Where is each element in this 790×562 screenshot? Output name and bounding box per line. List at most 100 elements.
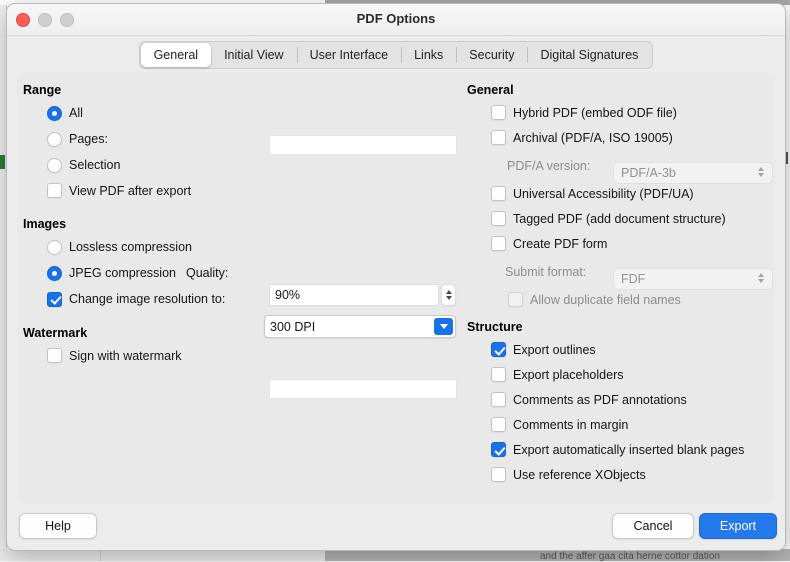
checkbox-create-pdf-form[interactable] (491, 236, 506, 251)
checkbox-use-reference-xobjects[interactable] (491, 467, 506, 482)
tab-user-interface[interactable]: User Interface (297, 43, 402, 67)
allow-duplicate-field-names-label: Allow duplicate field names (530, 293, 681, 307)
checkbox-export-outlines[interactable] (491, 342, 506, 357)
export-outlines-label: Export outlines (513, 343, 596, 357)
use-reference-xobjects-label: Use reference XObjects (513, 468, 646, 482)
radio-lossless-compression[interactable] (47, 240, 62, 255)
jpeg-quality-input[interactable]: 90% (269, 284, 439, 306)
cancel-button[interactable]: Cancel (612, 513, 694, 539)
jpeg-quality-label: Quality: (186, 266, 228, 280)
change-image-resolution-label: Change image resolution to: (69, 292, 225, 306)
tab-links[interactable]: Links (401, 43, 456, 67)
hybrid-pdf-row[interactable]: Hybrid PDF (embed ODF file) (467, 100, 783, 125)
lossless-compression-label: Lossless compression (69, 240, 192, 254)
range-all-label: All (69, 106, 83, 120)
tab-bar: General Initial View User Interface Link… (139, 41, 654, 69)
archival-pdfa-label: Archival (PDF/A, ISO 19005) (513, 131, 673, 145)
checkbox-export-placeholders[interactable] (491, 367, 506, 382)
images-lossless-row[interactable]: Lossless compression (23, 234, 459, 260)
checkbox-sign-with-watermark[interactable] (47, 348, 62, 363)
export-button[interactable]: Export (699, 513, 777, 539)
background-green-marker (0, 155, 5, 169)
jpeg-quality-stepper[interactable] (441, 284, 456, 306)
create-pdf-form-label: Create PDF form (513, 237, 607, 251)
help-button[interactable]: Help (19, 513, 97, 539)
radio-range-selection[interactable] (47, 158, 62, 173)
export-blank-pages-label: Export automatically inserted blank page… (513, 443, 744, 457)
hybrid-pdf-label: Hybrid PDF (embed ODF file) (513, 106, 677, 120)
watermark-sign-row[interactable]: Sign with watermark (23, 343, 459, 368)
range-pages-label: Pages: (69, 132, 108, 146)
dialog-titlebar: PDF Options (7, 4, 785, 36)
export-blank-pages-row[interactable]: Export automatically inserted blank page… (467, 437, 783, 462)
checkbox-export-blank-pages[interactable] (491, 442, 506, 457)
watermark-text-input[interactable] (269, 379, 457, 399)
tagged-pdf-label: Tagged PDF (add document structure) (513, 212, 726, 226)
sign-with-watermark-label: Sign with watermark (69, 349, 182, 363)
export-placeholders-row[interactable]: Export placeholders (467, 362, 783, 387)
use-reference-xobjects-row[interactable]: Use reference XObjects (467, 462, 783, 487)
image-resolution-value: 300 DPI (270, 320, 315, 334)
structure-group-heading: Structure (467, 320, 783, 334)
create-pdf-form-row[interactable]: Create PDF form (467, 231, 783, 256)
comments-in-margin-label: Comments in margin (513, 418, 628, 432)
radio-range-pages[interactable] (47, 132, 62, 147)
range-selection-label: Selection (69, 158, 120, 172)
stepper-down-icon[interactable] (446, 296, 452, 300)
dialog-title: PDF Options (7, 11, 785, 26)
tab-digital-signatures[interactable]: Digital Signatures (527, 43, 651, 67)
export-placeholders-label: Export placeholders (513, 368, 623, 382)
submit-format-value: FDF (621, 272, 645, 286)
range-selection-row[interactable]: Selection (23, 152, 459, 178)
view-after-export-row[interactable]: View PDF after export (23, 178, 459, 203)
allow-duplicate-field-names-row: Allow duplicate field names (467, 287, 783, 312)
chevron-down-icon[interactable] (434, 318, 453, 335)
general-group-heading: General (467, 83, 783, 97)
images-jpeg-row[interactable]: JPEG compression Quality: (23, 260, 459, 286)
checkbox-comments-in-margin[interactable] (491, 417, 506, 432)
checkbox-universal-accessibility[interactable] (491, 186, 506, 201)
view-after-export-label: View PDF after export (69, 184, 191, 198)
checkbox-archival-pdfa[interactable] (491, 130, 506, 145)
tab-general[interactable]: General (141, 43, 211, 67)
comments-as-annotations-label: Comments as PDF annotations (513, 393, 687, 407)
left-column: Range All Pages: Selection View PDF afte… (23, 83, 459, 368)
checkbox-hybrid-pdf[interactable] (491, 105, 506, 120)
chevron-updown-icon (758, 273, 764, 283)
range-group-heading: Range (23, 83, 459, 97)
checkbox-tagged-pdf[interactable] (491, 211, 506, 226)
pdfa-version-label: PDF/A version: (507, 159, 590, 173)
column-divider (461, 75, 462, 503)
pdfa-version-value: PDF/A-3b (621, 166, 676, 180)
archival-pdf-row[interactable]: Archival (PDF/A, ISO 19005) (467, 125, 783, 150)
submit-format-label: Submit format: (505, 265, 586, 279)
export-outlines-row[interactable]: Export outlines (467, 337, 783, 362)
tagged-pdf-row[interactable]: Tagged PDF (add document structure) (467, 206, 783, 231)
stepper-up-icon[interactable] (446, 290, 452, 294)
checkbox-allow-duplicate-field-names (508, 292, 523, 307)
comments-as-annotations-row[interactable]: Comments as PDF annotations (467, 387, 783, 412)
submit-format-select: FDF (613, 268, 773, 290)
general-tab-panel: Range All Pages: Selection View PDF afte… (17, 75, 775, 503)
range-all-row[interactable]: All (23, 100, 459, 126)
comments-in-margin-row[interactable]: Comments in margin (467, 412, 783, 437)
radio-jpeg-compression[interactable] (47, 266, 62, 281)
radio-range-all[interactable] (47, 106, 62, 121)
background-partial-text: and the affer gaa cita herne cottor dati… (540, 551, 790, 562)
universal-accessibility-label: Universal Accessibility (PDF/UA) (513, 187, 694, 201)
checkbox-change-image-resolution[interactable] (47, 292, 62, 307)
universal-accessibility-row[interactable]: Universal Accessibility (PDF/UA) (467, 181, 783, 206)
right-column: General Hybrid PDF (embed ODF file) Arch… (467, 83, 783, 487)
image-resolution-combo[interactable]: 300 DPI (264, 315, 456, 338)
checkbox-comments-as-pdf-annotations[interactable] (491, 392, 506, 407)
pdf-options-dialog: PDF Options General Initial View User In… (6, 3, 786, 551)
chevron-updown-icon (758, 167, 764, 177)
tab-initial-view[interactable]: Initial View (211, 43, 297, 67)
tab-bar-container: General Initial View User Interface Link… (7, 36, 785, 72)
checkbox-view-pdf-after-export[interactable] (47, 183, 62, 198)
images-group-heading: Images (23, 217, 459, 231)
pages-input[interactable] (269, 135, 457, 155)
tab-security[interactable]: Security (456, 43, 527, 67)
pdfa-version-select: PDF/A-3b (613, 162, 773, 184)
dialog-footer: Help Cancel Export (7, 503, 785, 550)
